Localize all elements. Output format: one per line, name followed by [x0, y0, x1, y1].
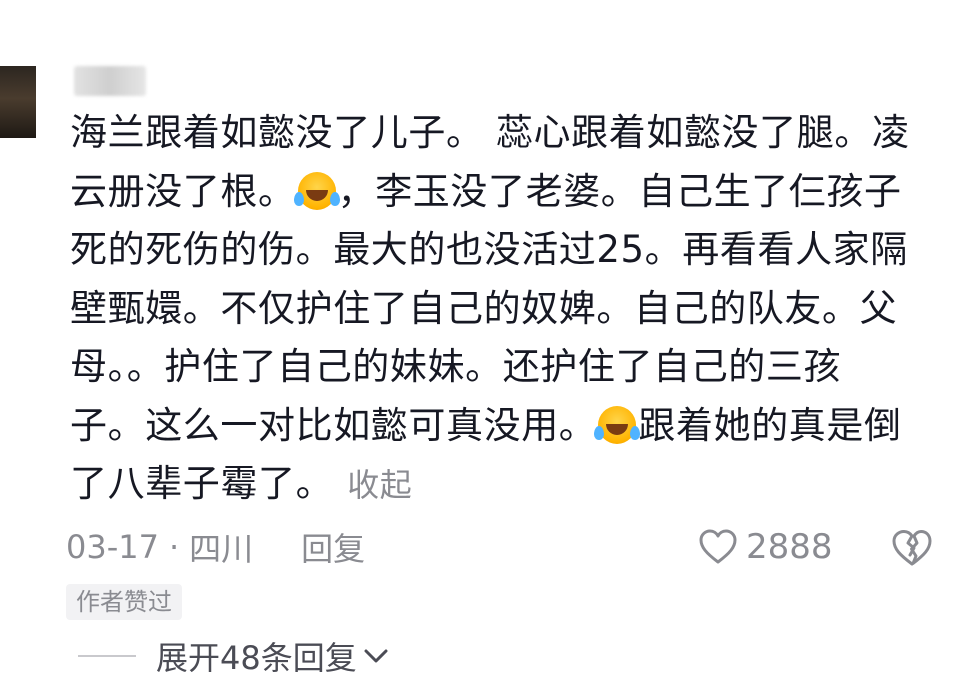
comment-line: 跟着她的真是倒: [638, 403, 902, 447]
author-liked-badge: 作者赞过: [66, 584, 182, 620]
comment-meta: 03-17 · 四川 回复: [66, 524, 365, 570]
comment-line: 母。。护住了自己的妹妹。还护住了自己的三孩: [70, 345, 842, 388]
comment-text: 海兰跟着如懿没了儿子。 蕊心跟着如懿没了腿。凌 云册没了根。 ，李玉没了老婆。自己…: [70, 104, 950, 515]
reply-button[interactable]: 回复: [301, 524, 365, 570]
comment-line: 死的死伤的伤。最大的也没活过25。再看看人家隔: [70, 228, 908, 271]
comment-line: 子。这么一对比如懿可真没用。: [70, 403, 597, 447]
laughing-crying-emoji-icon: [594, 405, 637, 444]
like-button[interactable]: 2888: [698, 524, 833, 570]
expand-replies-button[interactable]: 展开48条回复: [78, 634, 389, 678]
collapse-link[interactable]: 收起: [347, 466, 412, 504]
meta-separator: ·: [168, 528, 180, 566]
broken-heart-icon[interactable]: [890, 528, 934, 568]
username-blurred[interactable]: [74, 66, 146, 96]
comment-line: 壁甄嬛。不仅护住了自己的奴婢。自己的队友。父: [70, 286, 898, 330]
comment-line: ，李玉没了老婆。自己生了仨孩子: [337, 169, 902, 213]
comment-line: 海兰跟着如懿没了儿子。 蕊心跟着如懿没了腿。凌: [70, 111, 910, 154]
chevron-down-icon[interactable]: [363, 647, 389, 665]
avatar[interactable]: [0, 66, 36, 138]
comment-line: 了八辈子霉了。: [70, 462, 334, 505]
comment-date: 03-17: [66, 528, 159, 566]
comment-location: 四川: [189, 530, 254, 568]
heart-icon[interactable]: [698, 528, 738, 566]
divider-line: [78, 655, 136, 657]
comment-line: 云册没了根。: [70, 169, 296, 213]
expand-replies-label[interactable]: 展开48条回复: [156, 633, 357, 679]
like-count: 2888: [746, 527, 833, 567]
laughing-crying-emoji-icon: [293, 171, 336, 210]
